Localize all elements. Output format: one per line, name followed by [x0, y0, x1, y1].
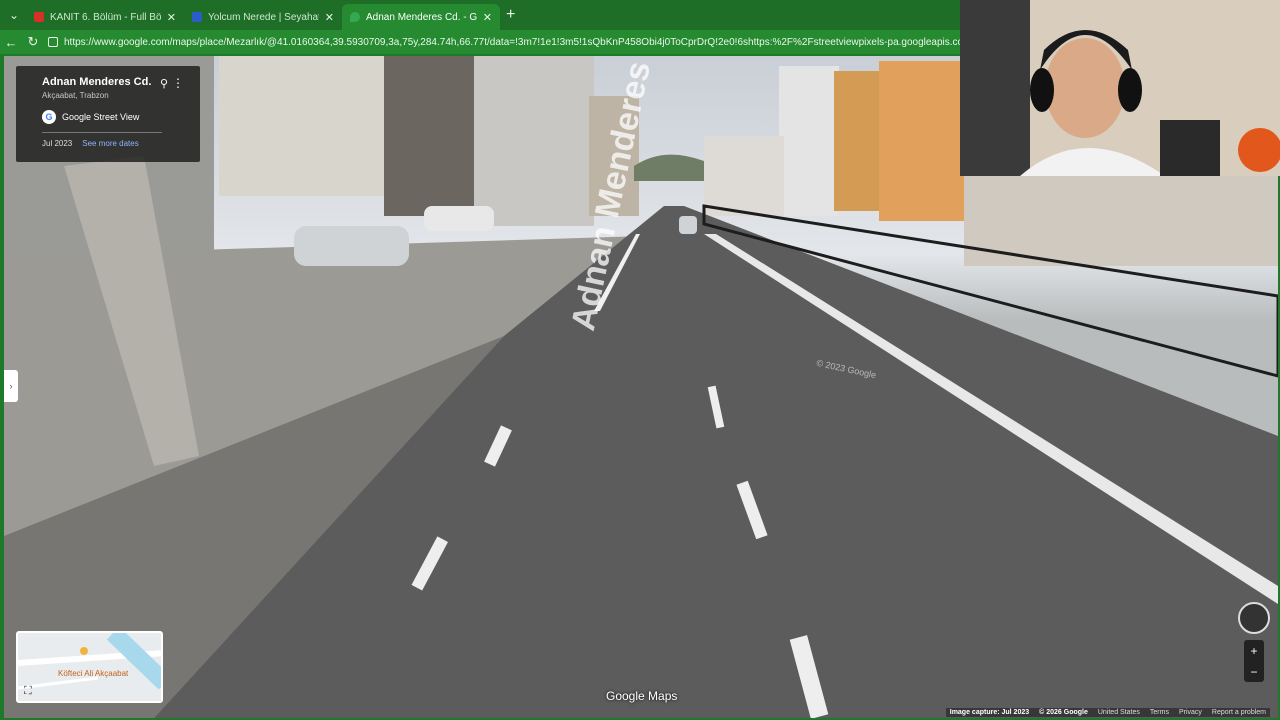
url-text: https://www.google.com/maps/place/Mezarl… — [64, 36, 960, 48]
google-logo-icon: G — [42, 110, 56, 124]
tab-title: Yolcum Nerede | Seyahat Bilgileri — [208, 11, 319, 23]
report-problem-link[interactable]: Report a problem — [1212, 709, 1266, 716]
date-row: Jul 2023 See more dates — [42, 139, 190, 148]
maps-pin-favicon-icon — [350, 12, 360, 22]
compass-icon[interactable] — [1238, 602, 1270, 634]
terms-link[interactable]: Terms — [1150, 709, 1169, 716]
close-tab-icon[interactable]: ✕ — [483, 11, 492, 24]
map-footer: Image capture: Jul 2023 © 2026 Google Un… — [945, 708, 1270, 717]
site-favicon-icon — [192, 12, 202, 22]
zoom-out-icon[interactable]: − — [1250, 665, 1257, 679]
divider — [42, 132, 162, 133]
poi-label: Köfteci Ali Akçaabat — [58, 669, 129, 678]
minimap-roads — [18, 633, 161, 690]
region-link[interactable]: United States — [1098, 709, 1140, 716]
close-tab-icon[interactable]: ✕ — [325, 11, 334, 24]
screen: ⌄ KANIT 6. Bölüm - Full Bölüm - You ✕ Yo… — [0, 0, 1280, 720]
streamer-video — [960, 0, 1280, 176]
tab-kanit[interactable]: KANIT 6. Bölüm - Full Bölüm - You ✕ — [26, 4, 184, 30]
tab-list-chevron-icon[interactable]: ⌄ — [2, 3, 26, 27]
street-view-badge: G Google Street View — [42, 110, 190, 124]
see-more-dates-link[interactable]: See more dates — [82, 139, 138, 148]
tab-title: Adnan Menderes Cd. - Google Ma — [366, 11, 477, 23]
tab-title: KANIT 6. Bölüm - Full Bölüm - You — [50, 11, 161, 23]
location-info-card: Adnan Menderes Cd. Akçaabat, Trabzon G G… — [16, 66, 200, 162]
new-tab-plus-icon[interactable]: + — [506, 6, 515, 24]
back-arrow-icon[interactable]: ← — [0, 31, 22, 53]
tab-bar: ⌄ KANIT 6. Bölüm - Full Bölüm - You ✕ Yo… — [0, 0, 960, 30]
service-name: Google Street View — [62, 112, 140, 122]
tab-google-maps[interactable]: Adnan Menderes Cd. - Google Ma ✕ — [342, 4, 500, 30]
site-info-icon[interactable] — [48, 37, 58, 47]
url-field[interactable]: https://www.google.com/maps/place/Mezarl… — [48, 32, 960, 52]
fullscreen-icon[interactable]: ⛶ — [24, 685, 32, 698]
capture-date: Jul 2023 — [42, 139, 73, 148]
copyright: © 2026 Google — [1039, 709, 1088, 716]
locality: Akçaabat, Trabzon — [42, 91, 109, 100]
zoom-controls: + − — [1244, 640, 1264, 682]
minimap[interactable]: Köfteci Ali Akçaabat ⛶ — [16, 631, 163, 703]
webcam-overlay — [960, 0, 1280, 176]
tab-yolcum-nerede[interactable]: Yolcum Nerede | Seyahat Bilgileri ✕ — [184, 4, 342, 30]
address-bar: ← ↻ https://www.google.com/maps/place/Me… — [0, 30, 960, 54]
expand-panel-chevron-icon[interactable]: › — [4, 370, 18, 402]
google-maps-logo: Google Maps — [606, 689, 678, 703]
more-options-icon[interactable]: ⋮ — [172, 76, 184, 90]
reload-icon[interactable]: ↻ — [22, 31, 44, 53]
privacy-link[interactable]: Privacy — [1179, 709, 1202, 716]
zoom-in-icon[interactable]: + — [1250, 644, 1257, 658]
close-tab-icon[interactable]: ✕ — [167, 11, 176, 24]
image-capture-date: Image capture: Jul 2023 — [949, 709, 1030, 716]
location-pin-icon[interactable]: ⚲ — [160, 77, 168, 90]
youtube-favicon-icon — [34, 12, 44, 22]
